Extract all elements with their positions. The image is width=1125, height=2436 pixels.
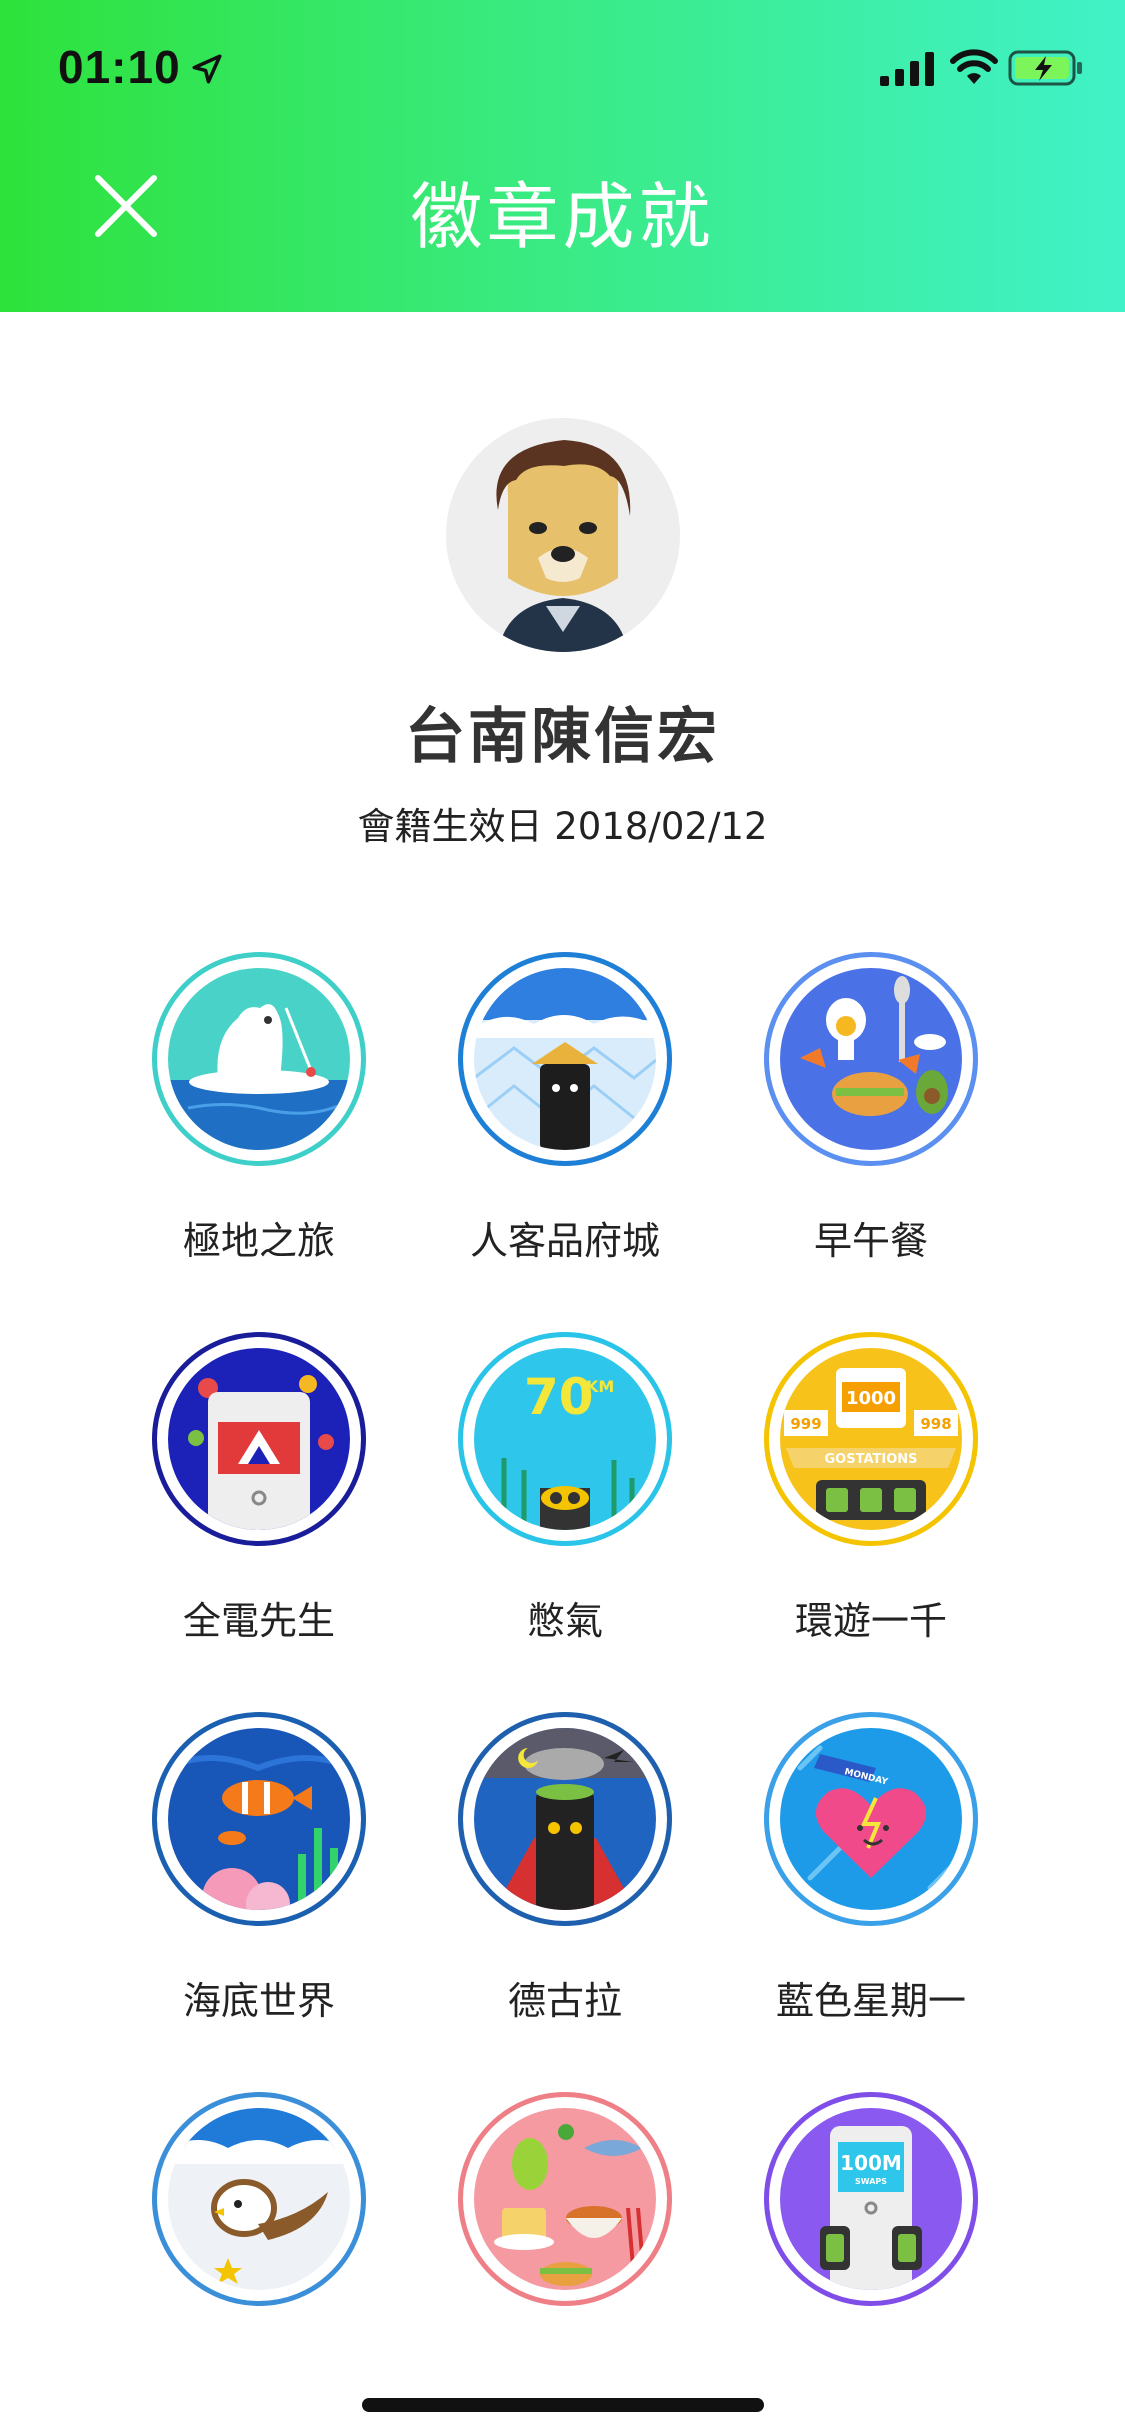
cellular-signal-icon xyxy=(880,52,934,86)
badge-food[interactable] xyxy=(438,2092,688,2422)
badge-label: 人客品府城 xyxy=(469,1219,660,1263)
user-name: 台南陳信宏 xyxy=(405,702,720,772)
clownfish-icon xyxy=(168,1728,350,1910)
badge-label: 極地之旅 xyxy=(182,1219,335,1263)
heart-icon: MONDAY xyxy=(780,1728,962,1910)
badge-ring: 1000 999 998 GOSTATIONS xyxy=(764,1332,978,1546)
badge-label: 藍色星期一 xyxy=(775,1979,966,2023)
wifi-icon xyxy=(950,49,998,84)
header-bar: 01:10 徽章成就 xyxy=(0,0,1125,312)
badge-mr-full-charge[interactable]: 全電先生 xyxy=(132,1332,382,1662)
polar-bear-icon xyxy=(168,968,350,1150)
brunch-plate-icon xyxy=(780,968,962,1150)
badge-100m-swaps[interactable]: 100M SWAPS xyxy=(744,2092,994,2422)
status-time: 01:10 xyxy=(58,41,181,93)
gostation-1000-icon: 1000 999 998 GOSTATIONS xyxy=(780,1348,962,1530)
svg-text:998: 998 xyxy=(920,1415,951,1433)
gogoro-station-icon xyxy=(168,1348,350,1530)
badge-ring xyxy=(458,2092,672,2306)
badge-ring: MONDAY xyxy=(764,1712,978,1926)
svg-text:999: 999 xyxy=(790,1415,821,1433)
badge-ring xyxy=(152,952,366,1166)
svg-text:KM: KM xyxy=(586,1377,614,1396)
svg-text:SWAPS: SWAPS xyxy=(855,2177,887,2186)
badge-underwater-world[interactable]: 海底世界 xyxy=(132,1712,382,2042)
badge-label: 海底世界 xyxy=(182,1979,335,2023)
avatar xyxy=(446,418,680,652)
location-arrow-icon xyxy=(192,54,222,84)
home-indicator[interactable] xyxy=(362,2398,764,2412)
badge-ring: 100M SWAPS xyxy=(764,2092,978,2306)
badge-dracula[interactable]: 德古拉 xyxy=(438,1712,688,2042)
membership-date: 會籍生效日 2018/02/12 xyxy=(357,805,768,848)
dracula-icon xyxy=(474,1728,656,1910)
badge-ring xyxy=(152,1332,366,1546)
badge-tainan-visitor[interactable]: 人客品府城 xyxy=(438,952,688,1282)
svg-text:GOSTATIONS: GOSTATIONS xyxy=(825,1452,918,1467)
svg-text:70: 70 xyxy=(524,1368,594,1426)
badge-ring xyxy=(458,952,672,1166)
badge-brunch[interactable]: 早午餐 xyxy=(744,952,994,1282)
badge-ring xyxy=(764,952,978,1166)
gostation-100m-icon: 100M SWAPS xyxy=(780,2108,962,2290)
badge-label: 憋氣 xyxy=(526,1599,603,1643)
badge-label: 全電先生 xyxy=(182,1599,335,1643)
badge-ring xyxy=(152,1712,366,1926)
food-plate-icon xyxy=(474,2108,656,2290)
badge-ring xyxy=(152,2092,366,2306)
doge-avatar-icon xyxy=(496,440,631,652)
badge-travel-thousand[interactable]: 1000 999 998 GOSTATIONS 環遊一千 xyxy=(744,1332,994,1662)
badge-polar-trip[interactable]: 極地之旅 xyxy=(132,952,382,1282)
svg-text:100M: 100M xyxy=(840,2151,902,2175)
badge-hold-breath[interactable]: 70 KM 憋氣 xyxy=(438,1332,688,1662)
badge-bird[interactable] xyxy=(132,2092,382,2422)
badge-ring xyxy=(458,1712,672,1926)
badge-ring: 70 KM xyxy=(458,1332,672,1546)
badge-label: 早午餐 xyxy=(813,1219,928,1263)
svg-text:1000: 1000 xyxy=(846,1388,896,1409)
badge-label: 德古拉 xyxy=(507,1979,622,2023)
salt-field-icon xyxy=(474,968,656,1150)
diving-icon: 70 KM xyxy=(474,1348,656,1530)
badge-label: 環遊一千 xyxy=(794,1599,947,1643)
badge-blue-monday[interactable]: MONDAY 藍色星期一 xyxy=(744,1712,994,2042)
sparrow-icon xyxy=(168,2108,350,2290)
battery-charging-icon xyxy=(1008,50,1082,86)
page-title: 徽章成就 xyxy=(410,175,715,259)
